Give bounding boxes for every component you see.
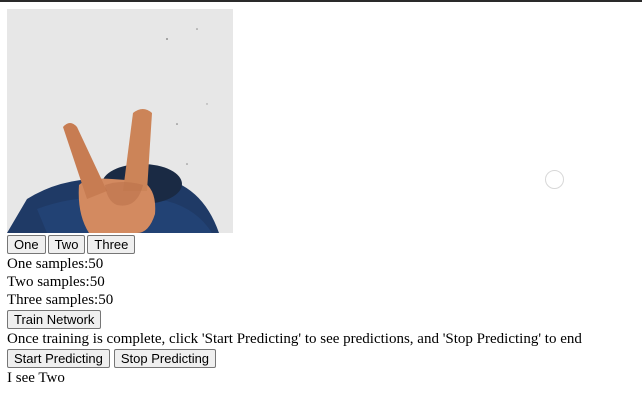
three-samples-label: Three samples:: [7, 292, 99, 308]
train-network-button[interactable]: Train Network: [7, 310, 102, 329]
start-predicting-button[interactable]: Start Predicting: [7, 349, 110, 368]
three-samples-line: Three samples:50: [7, 291, 113, 309]
two-samples-count: 50: [89, 274, 105, 290]
one-samples-label: One samples:: [7, 256, 89, 272]
stop-predicting-button[interactable]: Stop Predicting: [113, 349, 217, 368]
loading-circle: [545, 170, 564, 189]
one-samples-count: 50: [88, 256, 104, 272]
two-samples-line: Two samples:50: [7, 273, 105, 291]
prediction-text: I see Two: [7, 370, 65, 386]
three-samples-count: 50: [98, 292, 114, 308]
predict-button-row: Start Predicting Stop Predicting: [7, 349, 218, 368]
top-border: [0, 0, 642, 2]
two-button[interactable]: Two: [47, 235, 86, 254]
two-samples-label: Two samples:: [7, 274, 90, 290]
class-button-row: One Two Three: [7, 235, 137, 254]
three-button[interactable]: Three: [87, 235, 136, 254]
webcam-frame: [7, 9, 233, 233]
instructions-text: Once training is complete, click 'Start …: [7, 331, 582, 347]
webcam-video: [7, 9, 233, 233]
train-row: Train Network: [7, 310, 103, 329]
one-button[interactable]: One: [7, 235, 46, 254]
one-samples-line: One samples:50: [7, 255, 103, 273]
